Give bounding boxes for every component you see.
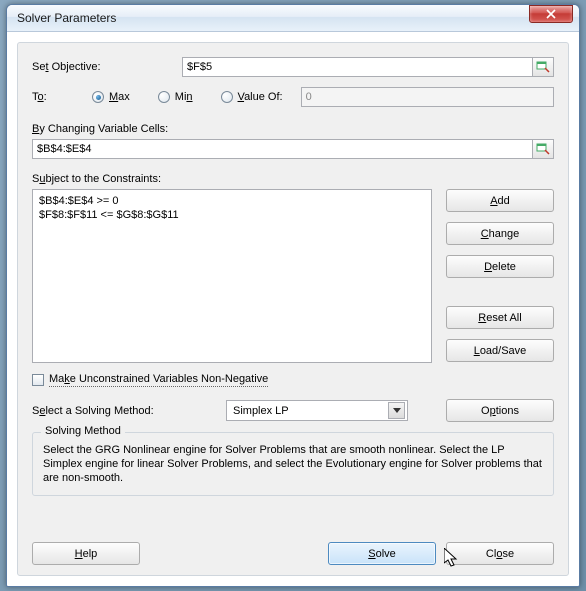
- changing-input[interactable]: [32, 139, 532, 159]
- close-icon: [546, 9, 556, 19]
- changing-row: [32, 139, 554, 159]
- objective-refedit-button[interactable]: [532, 57, 554, 77]
- close-window-button[interactable]: [529, 5, 573, 23]
- radio-max[interactable]: Max: [92, 91, 130, 103]
- solve-button[interactable]: Solve: [328, 542, 436, 565]
- groupbox-body: Select the GRG Nonlinear engine for Solv…: [43, 443, 543, 485]
- changing-label: By Changing Variable Cells:: [32, 123, 554, 135]
- radio-max-label: Max: [109, 91, 130, 103]
- method-row: Select a Solving Method: Simplex LP Opti…: [32, 399, 554, 422]
- changing-refedit: [32, 139, 554, 159]
- method-value: Simplex LP: [233, 405, 289, 417]
- delete-button[interactable]: Delete: [446, 255, 554, 278]
- add-button[interactable]: Add: [446, 189, 554, 212]
- radio-min[interactable]: Min: [158, 91, 193, 103]
- refedit-icon: [536, 142, 550, 156]
- radio-min-label: Min: [175, 91, 193, 103]
- window-title: Solver Parameters: [17, 11, 529, 25]
- unconstrained-checkbox[interactable]: Make Unconstrained Variables Non-Negativ…: [32, 373, 554, 387]
- valueof-input[interactable]: [301, 87, 554, 107]
- options-button[interactable]: Options: [446, 399, 554, 422]
- constraints-label: Subject to the Constraints:: [32, 173, 554, 185]
- refedit-icon: [536, 60, 550, 74]
- constraint-item[interactable]: $B$4:$E$4 >= 0: [39, 194, 425, 208]
- changing-refedit-button[interactable]: [532, 139, 554, 159]
- close-button[interactable]: Close: [446, 542, 554, 565]
- groupbox-title: Solving Method: [41, 425, 125, 437]
- set-objective-row: Set Objective:: [32, 57, 554, 77]
- radio-min-indicator: [158, 91, 170, 103]
- bottom-buttons: Help Solve Close: [32, 542, 554, 565]
- reset-all-button[interactable]: Reset All: [446, 306, 554, 329]
- method-label: Select a Solving Method:: [32, 405, 212, 417]
- checkbox-indicator: [32, 374, 44, 386]
- objective-input[interactable]: [182, 57, 532, 77]
- method-select[interactable]: Simplex LP: [226, 400, 408, 421]
- dialog-window: Solver Parameters Set Objective:: [6, 4, 580, 587]
- to-row: To: Max Min Value Of:: [32, 87, 554, 107]
- load-save-button[interactable]: Load/Save: [446, 339, 554, 362]
- client-area: Set Objective:: [7, 32, 579, 586]
- radio-max-indicator: [92, 91, 104, 103]
- constraints-listbox[interactable]: $B$4:$E$4 >= 0 $F$8:$F$11 <= $G$8:$G$11: [32, 189, 432, 363]
- radio-valueof-indicator: [221, 91, 233, 103]
- change-button[interactable]: Change: [446, 222, 554, 245]
- set-objective-label: Set Objective:: [32, 61, 182, 73]
- radio-valueof[interactable]: Value Of:: [221, 91, 283, 103]
- objective-refedit: [182, 57, 554, 77]
- titlebar[interactable]: Solver Parameters: [7, 5, 579, 32]
- constraints-area: $B$4:$E$4 >= 0 $F$8:$F$11 <= $G$8:$G$11 …: [32, 189, 554, 363]
- solving-method-groupbox: Solving Method Select the GRG Nonlinear …: [32, 432, 554, 496]
- constraint-item[interactable]: $F$8:$F$11 <= $G$8:$G$11: [39, 208, 425, 222]
- inner-panel: Set Objective:: [17, 42, 569, 576]
- help-button[interactable]: Help: [32, 542, 140, 565]
- to-label: To:: [32, 91, 92, 103]
- unconstrained-label: Make Unconstrained Variables Non-Negativ…: [49, 373, 268, 387]
- chevron-down-icon: [393, 408, 401, 414]
- dropdown-arrow-button[interactable]: [388, 402, 405, 419]
- constraint-buttons: Add Change Delete Reset All Load/Save: [446, 189, 554, 363]
- radio-valueof-label: Value Of:: [238, 91, 283, 103]
